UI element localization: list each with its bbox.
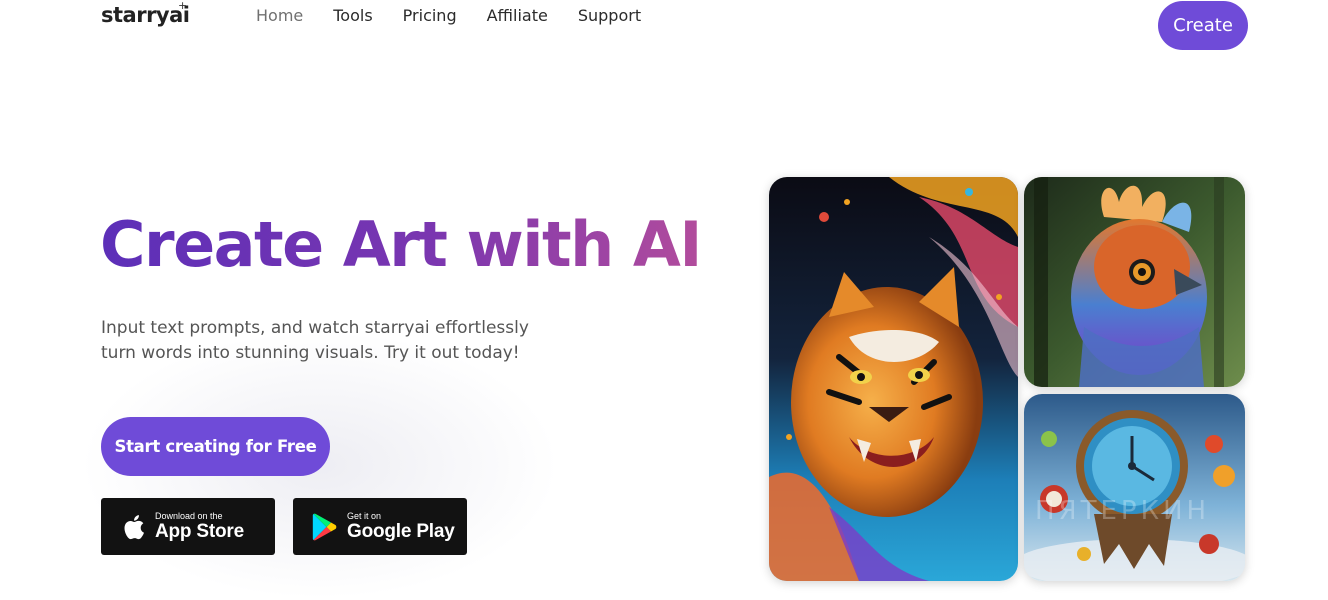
app-store-label: App Store bbox=[155, 520, 244, 542]
hero-description: Input text prompts, and watch starryai e… bbox=[101, 316, 561, 366]
logo-sparkle-icon: + bbox=[178, 0, 187, 12]
tiger-artwork bbox=[769, 177, 1018, 581]
nav-link-pricing[interactable]: Pricing bbox=[403, 6, 457, 25]
start-creating-button[interactable]: Start creating for Free bbox=[101, 417, 330, 476]
bird-artwork bbox=[1024, 177, 1245, 387]
app-store-text: Download on the App Store bbox=[155, 511, 244, 543]
google-play-button[interactable]: Get it on Google Play bbox=[293, 498, 467, 555]
top-navigation: starryai + Home Tools Pricing Affiliate … bbox=[0, 0, 1328, 52]
app-store-button[interactable]: Download on the App Store bbox=[101, 498, 275, 555]
google-play-icon bbox=[311, 512, 339, 542]
app-store-small-label: Download on the bbox=[155, 510, 223, 521]
google-play-text: Get it on Google Play bbox=[347, 511, 455, 543]
nav-link-affiliate[interactable]: Affiliate bbox=[487, 6, 548, 25]
clock-artwork bbox=[1024, 394, 1245, 581]
logo-text: starryai bbox=[101, 3, 190, 27]
nav-link-tools[interactable]: Tools bbox=[333, 6, 372, 25]
hero-description-line-1: Input text prompts, and watch starryai e… bbox=[101, 318, 529, 338]
hero-description-line-2: turn words into stunning visuals. Try it… bbox=[101, 343, 520, 363]
hero-title: Create Art with AI bbox=[100, 204, 702, 286]
watermark-text: ПЯТЕРКИН bbox=[1035, 496, 1211, 526]
nav-links: Home Tools Pricing Affiliate Support bbox=[256, 6, 671, 25]
nav-link-home[interactable]: Home bbox=[256, 6, 303, 25]
create-button[interactable]: Create bbox=[1158, 1, 1248, 50]
nav-link-support[interactable]: Support bbox=[578, 6, 641, 25]
google-play-label: Google Play bbox=[347, 520, 455, 542]
apple-icon bbox=[119, 512, 147, 542]
google-play-small-label: Get it on bbox=[347, 510, 382, 521]
starryai-logo[interactable]: starryai + bbox=[101, 0, 190, 27]
